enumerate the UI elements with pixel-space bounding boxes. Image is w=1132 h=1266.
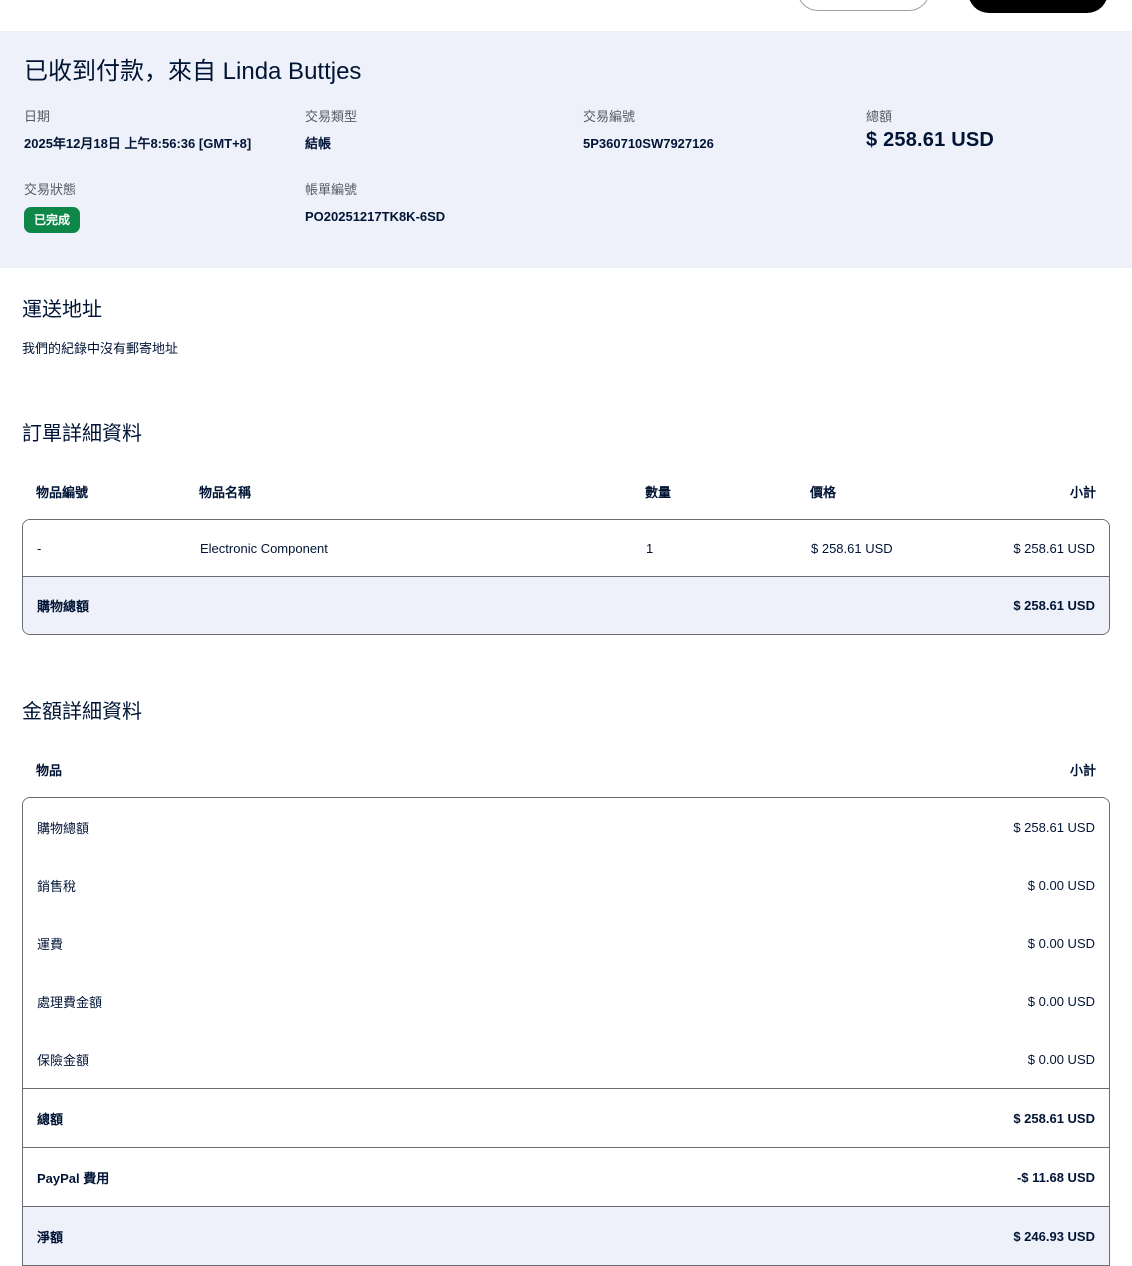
field-transaction-type: 交易類型 結帳 (305, 109, 583, 152)
field-gross-amount-value: $ 258.61 USD (866, 129, 995, 151)
field-gross-amount-label: 總額 (866, 109, 893, 124)
amount-details-heading: 金額詳細資料 (22, 701, 142, 723)
status-badge: 已完成 (24, 207, 81, 233)
amount-row-purchase-total: 購物總額 $ 258.61 USD (23, 798, 1109, 856)
amount-value: $ 258.61 USD (1013, 819, 1095, 835)
amount-label: 銷售稅 (37, 878, 77, 894)
amount-value: $ 0.00 USD (1027, 877, 1095, 893)
amount-label: 淨額 (37, 1229, 64, 1245)
field-transaction-status: 交易狀態 已完成 (24, 182, 305, 233)
cell-item-number: - (37, 540, 42, 556)
amount-value: $ 0.00 USD (1027, 993, 1095, 1009)
col-price: 價格 (810, 485, 837, 500)
field-transaction-type-label: 交易類型 (305, 109, 358, 124)
order-table-row: - Electronic Component 1 $ 258.61 USD $ … (23, 520, 1109, 576)
field-transaction-id: 交易編號 5P360710SW7927126 (583, 109, 866, 152)
amount-label: 購物總額 (37, 820, 90, 836)
purchase-total-label: 購物總額 (37, 599, 90, 614)
clipped-header-text (70, 0, 260, 4)
order-table-header: 物品編號 物品名稱 數量 價格 小計 (22, 482, 1110, 501)
field-transaction-status-label: 交易狀態 (24, 182, 77, 197)
field-gross-amount: 總額 $ 258.61 USD (866, 109, 1108, 152)
page-title: 已收到付款，來自 Linda Buttjes (24, 58, 362, 85)
primary-action-button[interactable] (968, 0, 1108, 13)
amount-label: 總額 (37, 1111, 64, 1127)
order-table: - Electronic Component 1 $ 258.61 USD $ … (22, 519, 1110, 635)
col-quantity: 數量 (645, 485, 672, 500)
field-invoice-id-value: PO20251217TK8K-6SD (305, 209, 446, 224)
amount-details-section: 金額詳細資料 物品 小計 購物總額 $ 258.61 USD 銷售稅 $ 0.0… (0, 698, 1132, 1266)
col-subtotal: 小計 (1069, 485, 1096, 500)
field-transaction-type-value: 結帳 (305, 136, 332, 151)
field-date-label: 日期 (24, 109, 51, 124)
amount-label: 保險金額 (37, 1052, 90, 1068)
order-details-heading: 訂單詳細資料 (22, 423, 142, 445)
field-invoice-id: 帳單編號 PO20251217TK8K-6SD (305, 182, 583, 233)
amount-row-gross: 總額 $ 258.61 USD (23, 1088, 1109, 1147)
field-date-value: 2025年12月18日 上午8:56:36 [GMT+8] (24, 136, 252, 151)
amount-value: $ 0.00 USD (1027, 935, 1095, 951)
amount-label: PayPal 費用 (37, 1170, 110, 1186)
top-action-bar (0, 0, 1132, 31)
purchase-total-value: $ 258.61 USD (1013, 598, 1095, 613)
order-table-footer: 購物總額 $ 258.61 USD (23, 576, 1109, 634)
shipping-address-heading: 運送地址 (22, 299, 102, 321)
col-item-name: 物品名稱 (199, 485, 252, 500)
field-transaction-id-label: 交易編號 (583, 109, 636, 124)
shipping-address-note: 我們的紀錄中沒有郵寄地址 (22, 341, 179, 356)
order-details-section: 訂單詳細資料 物品編號 物品名稱 數量 價格 小計 - Electronic C… (0, 420, 1132, 635)
field-date: 日期 2025年12月18日 上午8:56:36 [GMT+8] (24, 109, 305, 152)
col-item-number: 物品編號 (36, 485, 89, 500)
amount-row-sales-tax: 銷售稅 $ 0.00 USD (23, 856, 1109, 914)
col-amount-subtotal: 小計 (1069, 763, 1096, 778)
field-transaction-id-value: 5P360710SW7927126 (583, 136, 714, 151)
amount-value: $ 258.61 USD (1013, 1110, 1095, 1126)
field-invoice-id-label: 帳單編號 (305, 182, 358, 197)
amount-value: $ 246.93 USD (1013, 1228, 1095, 1244)
amounts-table: 購物總額 $ 258.61 USD 銷售稅 $ 0.00 USD 運費 $ 0.… (22, 797, 1110, 1266)
amount-label: 運費 (37, 936, 64, 952)
cell-quantity: 1 (646, 540, 654, 556)
col-item: 物品 (36, 763, 63, 778)
amounts-table-header: 物品 小計 (22, 760, 1110, 779)
amount-row-paypal-fee: PayPal 費用 -$ 11.68 USD (23, 1147, 1109, 1206)
amount-row-handling: 處理費金額 $ 0.00 USD (23, 972, 1109, 1030)
cell-subtotal: $ 258.61 USD (1013, 540, 1095, 556)
transaction-summary: 已收到付款，來自 Linda Buttjes 日期 2025年12月18日 上午… (0, 31, 1132, 268)
cell-item-name: Electronic Component (200, 540, 328, 556)
amount-row-insurance: 保險金額 $ 0.00 USD (23, 1030, 1109, 1088)
amount-label: 處理費金額 (37, 994, 103, 1010)
amount-value: $ 0.00 USD (1027, 1051, 1095, 1067)
shipping-address-section: 運送地址 我們的紀錄中沒有郵寄地址 (0, 296, 1132, 357)
amount-row-shipping: 運費 $ 0.00 USD (23, 914, 1109, 972)
amount-row-net: 淨額 $ 246.93 USD (23, 1206, 1109, 1265)
secondary-action-button[interactable] (797, 0, 930, 11)
cell-price: $ 258.61 USD (811, 540, 893, 556)
amount-value: -$ 11.68 USD (1016, 1169, 1095, 1185)
